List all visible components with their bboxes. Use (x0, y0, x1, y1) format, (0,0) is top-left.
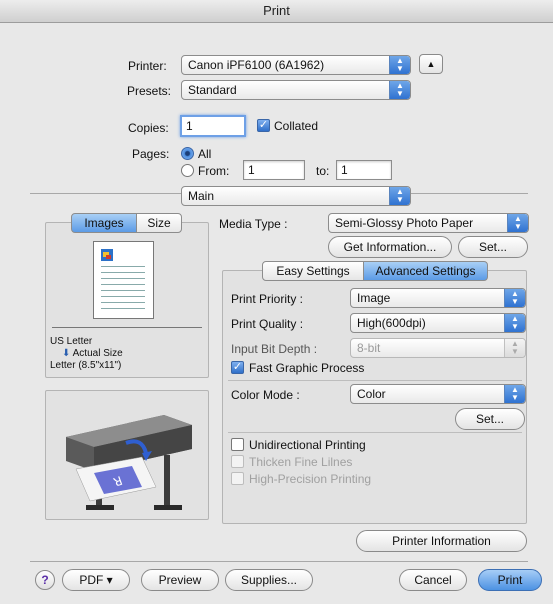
popup-arrows-icon: ▲ ▼ (389, 81, 410, 99)
printer-information-button[interactable]: Printer Information (356, 530, 527, 552)
preview-button[interactable]: Preview (141, 569, 219, 591)
collated-label: Collated (274, 119, 319, 133)
fast-graphic-checkbox[interactable]: ✓ (231, 361, 244, 374)
high-precision-checkbox[interactable] (231, 472, 244, 485)
media-type-value: Semi-Glossy Photo Paper (335, 216, 474, 230)
printer-popup[interactable]: Canon iPF6100 (6A1962) ▲ ▼ (181, 55, 411, 75)
collated-checkbox[interactable]: ✓ (257, 119, 270, 132)
unidirectional-checkbox[interactable] (231, 438, 244, 451)
high-precision-label: High-Precision Printing (249, 472, 372, 486)
pages-from-label: From: (198, 164, 230, 178)
pdf-button[interactable]: PDF ▾ (62, 569, 130, 591)
media-type-label: Media Type : (219, 217, 288, 231)
presets-popup[interactable]: Standard ▲ ▼ (181, 80, 411, 100)
thicken-lines-checkbox[interactable] (231, 455, 244, 468)
popup-arrows-icon: ▲ ▼ (504, 314, 525, 332)
down-arrow-icon: ⬇ (62, 348, 71, 359)
media-type-popup[interactable]: Semi-Glossy Photo Paper ▲ ▼ (328, 213, 529, 233)
to-field[interactable]: 1 (336, 160, 392, 180)
paper-size-text: US Letter (50, 336, 93, 347)
cancel-button[interactable]: Cancel (399, 569, 467, 591)
print-quality-popup[interactable]: High(600dpi) ▲ ▼ (350, 313, 526, 333)
printer-value: Canon iPF6100 (6A1962) (188, 58, 325, 72)
footer-separator (30, 561, 528, 562)
tab-easy-settings[interactable]: Easy Settings (262, 261, 364, 281)
presets-label: Presets: (127, 84, 172, 98)
media-set-button[interactable]: Set... (458, 236, 528, 258)
tab-size[interactable]: Size (136, 213, 182, 233)
color-mode-label: Color Mode : (231, 388, 300, 402)
print-quality-label: Print Quality : (231, 317, 304, 331)
pages-label: Pages: (132, 147, 170, 161)
help-button[interactable]: ? (35, 570, 55, 590)
popup-arrows-icon: ▲ ▼ (389, 56, 410, 74)
image-icon (101, 249, 113, 261)
printer-illustration-panel: R (45, 390, 209, 520)
print-priority-popup[interactable]: Image ▲ ▼ (350, 288, 526, 308)
settings-divider (228, 432, 522, 433)
tab-images[interactable]: Images (71, 213, 137, 233)
popup-arrows-icon: ▲ ▼ (504, 289, 525, 307)
copies-field[interactable]: 1 (180, 115, 246, 137)
supplies-button[interactable]: Supplies... (225, 569, 313, 591)
triangle-up-icon: ▲ (426, 59, 436, 69)
tab-advanced-settings[interactable]: Advanced Settings (363, 261, 488, 281)
input-bit-depth-popup[interactable]: 8-bit ▲ ▼ (350, 338, 526, 358)
paper-dimensions-text: Letter (8.5"x11") (50, 360, 122, 371)
printer-label: Printer: (128, 59, 167, 73)
print-quality-value: High(600dpi) (357, 316, 426, 330)
popup-arrows-icon: ▲ ▼ (389, 187, 410, 205)
popup-arrows-icon: ▲ ▼ (504, 339, 525, 357)
popup-arrows-icon: ▲ ▼ (507, 214, 528, 232)
print-priority-label: Print Priority : (231, 292, 304, 306)
input-bit-depth-label: Input Bit Depth : (231, 342, 318, 356)
get-information-button[interactable]: Get Information... (328, 236, 452, 258)
settings-divider (228, 380, 522, 381)
window-title: Print (0, 0, 553, 23)
print-button[interactable]: Print (478, 569, 542, 591)
copies-label: Copies: (128, 121, 169, 135)
section-value: Main (188, 189, 215, 203)
pages-all-radio[interactable] (181, 147, 194, 160)
thicken-lines-label: Thicken Fine Lilnes (249, 455, 353, 469)
section-popup[interactable]: Main ▲ ▼ (181, 186, 411, 206)
page-thumbnail (93, 241, 154, 319)
unidirectional-label: Unidirectional Printing (249, 438, 366, 452)
color-mode-value: Color (357, 387, 386, 401)
color-mode-popup[interactable]: Color ▲ ▼ (350, 384, 526, 404)
input-bit-depth-value: 8-bit (357, 341, 381, 355)
printer-illustration-icon: R (66, 415, 192, 510)
preview-divider (52, 327, 202, 328)
presets-value: Standard (188, 83, 237, 97)
pages-all-label: All (198, 147, 212, 161)
pages-to-label: to: (316, 164, 330, 178)
scaling-text: Actual Size (72, 348, 123, 359)
from-field[interactable]: 1 (243, 160, 305, 180)
paper-info: US Letter ⬇ Actual Size Letter (8.5"x11"… (50, 336, 123, 372)
popup-arrows-icon: ▲ ▼ (504, 385, 525, 403)
pages-from-radio[interactable] (181, 164, 194, 177)
disclosure-button[interactable]: ▲ (419, 54, 443, 74)
fast-graphic-label: Fast Graphic Process (249, 361, 365, 375)
print-priority-value: Image (357, 291, 391, 305)
color-mode-set-button[interactable]: Set... (455, 408, 525, 430)
